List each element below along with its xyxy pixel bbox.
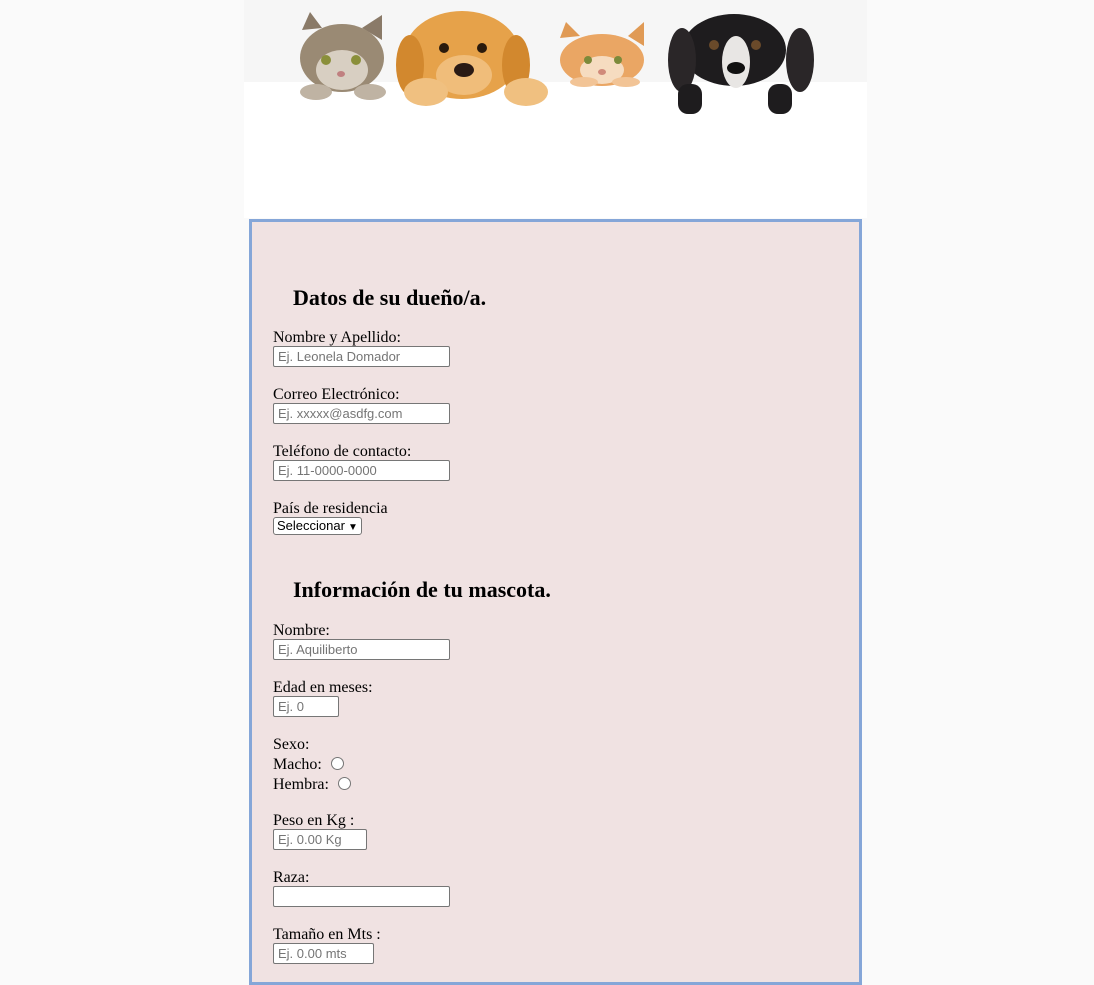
owner-phone-input[interactable]: Ej. 11-0000-0000 [273,460,450,481]
owner-section-title: Datos de su dueño/a. [293,285,487,310]
orange-cat-image [560,22,644,87]
owner-name-label: Nombre y Apellido: [273,329,401,346]
black-white-dog-image [668,14,814,114]
country-select[interactable]: Seleccionar ▼ [273,517,362,535]
female-radio[interactable] [338,777,351,790]
country-select-value: Seleccionar [277,518,345,533]
male-radio[interactable] [331,757,344,770]
female-label: Hembra: [273,776,329,793]
pet-size-input[interactable]: Ej. 0.00 mts [273,943,374,964]
owner-email-input[interactable]: Ej. xxxxx@asdfg.com [273,403,450,424]
pet-size-label: Tamaño en Mts : [273,926,381,943]
chevron-down-icon: ▼ [347,522,358,533]
pet-section-title: Información de tu mascota. [293,577,551,602]
registration-form: Datos de su dueño/a. Nombre y Apellido: … [249,219,862,985]
pet-age-label: Edad en meses: [273,679,373,696]
pets-illustration [300,11,814,114]
pet-name-input[interactable]: Ej. Aquiliberto [273,639,450,660]
header-banner-image [244,0,867,218]
pet-weight-label: Peso en Kg : [273,812,355,829]
male-label: Macho: [273,756,322,773]
tabby-cat-image [300,12,386,100]
golden-dog-image [396,11,548,106]
owner-name-input[interactable]: Ej. Leonela Domador [273,346,450,367]
pet-breed-input[interactable] [273,886,450,907]
pet-breed-label: Raza: [273,869,310,886]
pet-age-input[interactable]: Ej. 0 [273,696,339,717]
pet-name-label: Nombre: [273,622,330,639]
country-label: País de residencia [273,500,388,517]
pet-weight-input[interactable]: Ej. 0.00 Kg [273,829,367,850]
owner-email-label: Correo Electrónico: [273,386,400,403]
owner-phone-label: Teléfono de contacto: [273,443,412,460]
pet-sex-label: Sexo: [273,736,310,753]
